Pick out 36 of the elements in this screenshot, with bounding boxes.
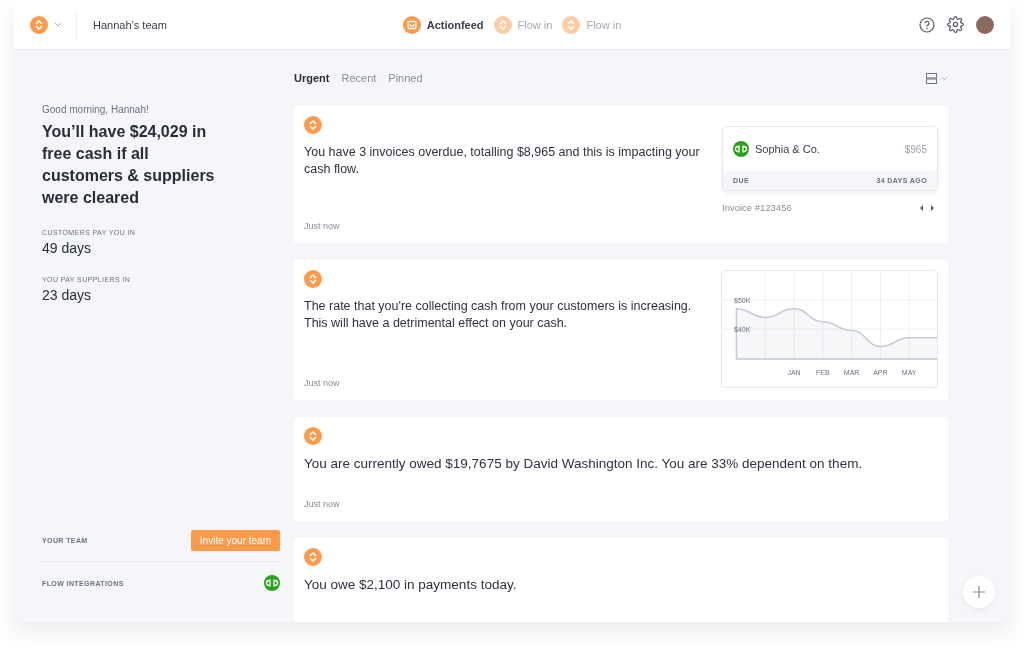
invoice-number: Invoice #123456 <box>722 202 792 213</box>
stat-value: 23 days <box>42 287 93 303</box>
logo-icon <box>304 548 322 566</box>
cash-headline: You’ll have $24,029 in free cash if all customers & suppliers were cleared <box>42 122 216 208</box>
invite-button[interactable]: Invite your team <box>190 529 280 551</box>
invoice-amount: $965 <box>904 143 927 155</box>
logo-icon <box>304 427 322 445</box>
greeting: Good morning, Hannah! <box>42 104 150 115</box>
nav-item[interactable]: Flow in <box>493 15 553 34</box>
logo-icon <box>304 270 322 288</box>
layout-icon[interactable] <box>926 72 937 84</box>
help-icon[interactable] <box>919 16 935 33</box>
logo-icon <box>562 15 581 34</box>
card-message: You have 3 invoices overdue, totalling $8,965 and this is impacting your cash flow. <box>304 144 701 178</box>
nav-item[interactable]: Flow in <box>562 15 622 34</box>
tab[interactable]: Pinned <box>388 72 423 84</box>
card-time: Just now <box>304 498 341 509</box>
card-time: Just now <box>304 377 341 388</box>
tab[interactable]: Recent <box>341 72 377 84</box>
logo-icon <box>304 116 322 134</box>
logo-icon <box>493 15 512 34</box>
team-name[interactable]: Hannah’s team <box>93 18 167 31</box>
settings-icon[interactable] <box>947 16 964 33</box>
pager-arrows-icon[interactable] <box>920 204 934 211</box>
inbox-icon <box>402 15 421 34</box>
stat-value: 49 days <box>42 240 93 256</box>
card-message: You are currently owed $19,7675 by David Washington Inc. You are 33% dependent on them. <box>304 455 864 472</box>
avatar[interactable] <box>976 15 994 34</box>
card-message: You owe $2,100 in payments today. <box>304 576 518 593</box>
logo-icon <box>30 15 48 34</box>
company-name: Sophia & Co. <box>755 143 820 155</box>
tab[interactable]: Urgent <box>294 72 330 84</box>
nav-item[interactable]: Actionfeed <box>402 15 484 34</box>
plus-icon <box>973 586 985 598</box>
card-time: Just now <box>304 220 341 231</box>
card-message: The rate that you're collecting cash from your customers is increasing. This will have a detrimental effect on your cash. <box>304 298 693 332</box>
